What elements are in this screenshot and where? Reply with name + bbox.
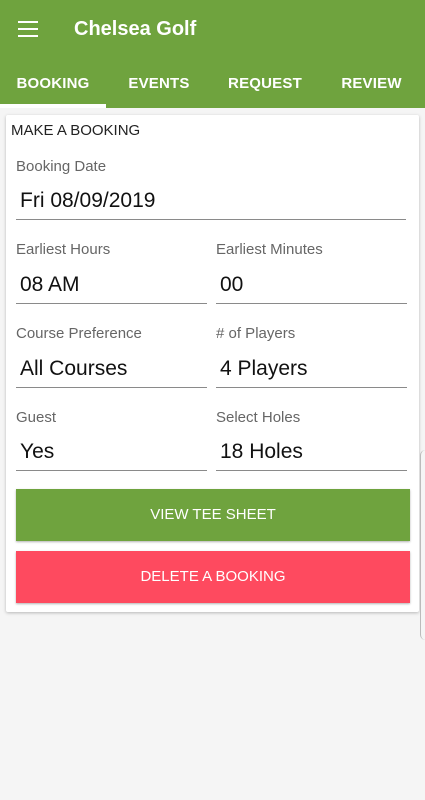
earliest-hours-field[interactable]: 08 AM — [16, 270, 207, 304]
card-title: MAKE A BOOKING — [11, 122, 141, 139]
delete-booking-button[interactable]: DELETE A BOOKING — [16, 551, 410, 603]
booking-card: MAKE A BOOKING Booking Date Fri 08/09/20… — [6, 115, 419, 612]
select-holes-field[interactable]: 18 Holes — [216, 437, 407, 471]
course-preference-label: Course Preference — [16, 325, 142, 342]
tab-booking[interactable]: BOOKING — [0, 60, 106, 108]
course-preference-field[interactable]: All Courses — [16, 354, 207, 388]
tab-request[interactable]: REQUEST — [212, 60, 318, 108]
players-label: # of Players — [216, 325, 296, 342]
view-tee-sheet-button[interactable]: VIEW TEE SHEET — [16, 489, 410, 541]
tab-events[interactable]: EVENTS — [106, 60, 212, 108]
app-title: Chelsea Golf — [74, 18, 197, 40]
tab-review[interactable]: REVIEW — [318, 60, 425, 108]
earliest-hours-label: Earliest Hours — [16, 241, 111, 258]
active-tab-indicator — [0, 104, 106, 108]
guest-label: Guest — [16, 409, 57, 426]
hamburger-menu-icon[interactable] — [18, 19, 40, 39]
edge-panel-handle[interactable] — [420, 450, 425, 640]
guest-field[interactable]: Yes — [16, 437, 207, 471]
booking-date-label: Booking Date — [16, 158, 107, 175]
players-field[interactable]: 4 Players — [216, 354, 407, 388]
app-bar: Chelsea Golf BOOKING EVENTS REQUEST REVI… — [0, 0, 425, 108]
tab-bar: BOOKING EVENTS REQUEST REVIEW — [0, 60, 425, 108]
booking-date-field[interactable]: Fri 08/09/2019 — [16, 186, 406, 220]
earliest-minutes-label: Earliest Minutes — [216, 241, 323, 258]
select-holes-label: Select Holes — [216, 409, 301, 426]
earliest-minutes-field[interactable]: 00 — [216, 270, 407, 304]
